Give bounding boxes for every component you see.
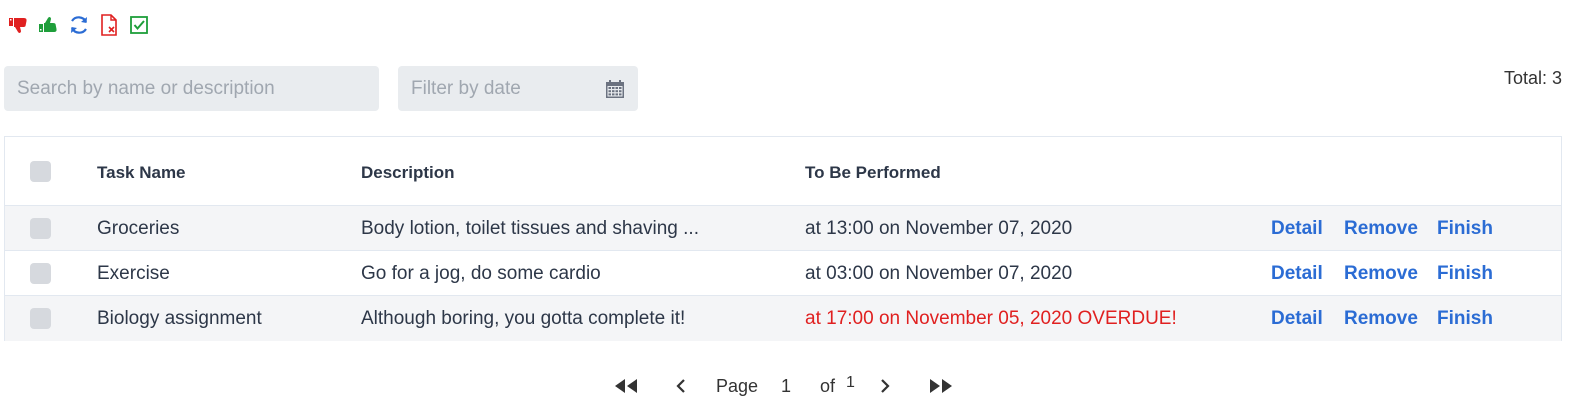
select-all-checkbox[interactable] <box>30 161 51 182</box>
tasks-table: Task Name Description To Be Performed Gr… <box>4 136 1562 341</box>
pagination: Page 1 of 1 <box>0 372 1570 400</box>
first-page-icon[interactable] <box>613 372 639 400</box>
task-name: Exercise <box>97 263 170 284</box>
delete-file-icon[interactable] <box>98 14 120 36</box>
search-input[interactable] <box>4 66 379 111</box>
table-row: Exercise Go for a jog, do some cardio at… <box>5 251 1561 296</box>
task-due-overdue: at 17:00 on November 05, 2020 OVERDUE! <box>805 308 1177 329</box>
remove-button[interactable]: Remove <box>1344 308 1418 330</box>
task-due: at 13:00 on November 07, 2020 <box>805 218 1073 239</box>
current-page-input[interactable]: 1 <box>781 372 791 400</box>
total-pages: 1 <box>846 374 855 391</box>
row-checkbox[interactable] <box>30 263 51 284</box>
table-row: Biology assignment Although boring, you … <box>5 296 1561 341</box>
finish-button[interactable]: Finish <box>1437 263 1493 285</box>
table-header: Task Name Description To Be Performed <box>5 137 1561 206</box>
row-checkbox[interactable] <box>30 308 51 329</box>
date-filter[interactable] <box>398 66 638 111</box>
of-label: of <box>820 375 836 396</box>
header-description: Description <box>361 163 455 182</box>
thumbs-down-icon[interactable] <box>8 14 30 36</box>
task-description: Go for a jog, do some cardio <box>361 263 601 284</box>
task-name: Groceries <box>97 218 180 239</box>
task-due: at 03:00 on November 07, 2020 <box>805 263 1073 284</box>
check-square-icon[interactable] <box>128 14 150 36</box>
row-checkbox[interactable] <box>30 218 51 239</box>
calendar-icon[interactable] <box>605 79 625 99</box>
page-label: Page <box>716 375 759 396</box>
thumbs-up-icon[interactable] <box>38 14 60 36</box>
task-description: Although boring, you gotta complete it! <box>361 308 686 329</box>
previous-page-icon[interactable] <box>674 372 688 400</box>
header-to-be-performed: To Be Performed <box>805 163 941 182</box>
toolbar <box>8 14 150 36</box>
detail-button[interactable]: Detail <box>1271 263 1323 285</box>
total-count: Total: 3 <box>1503 68 1562 88</box>
remove-button[interactable]: Remove <box>1344 263 1418 285</box>
table-row: Groceries Body lotion, toilet tissues an… <box>5 206 1561 251</box>
task-description: Body lotion, toilet tissues and shaving … <box>361 218 699 239</box>
detail-button[interactable]: Detail <box>1271 218 1323 240</box>
finish-button[interactable]: Finish <box>1437 218 1493 240</box>
finish-button[interactable]: Finish <box>1437 308 1493 330</box>
remove-button[interactable]: Remove <box>1344 218 1418 240</box>
refresh-icon[interactable] <box>68 14 90 36</box>
task-name: Biology assignment <box>97 308 262 329</box>
last-page-icon[interactable] <box>928 372 954 400</box>
date-filter-input[interactable] <box>411 77 605 100</box>
next-page-icon[interactable] <box>878 372 892 400</box>
header-task-name: Task Name <box>97 163 186 182</box>
detail-button[interactable]: Detail <box>1271 308 1323 330</box>
